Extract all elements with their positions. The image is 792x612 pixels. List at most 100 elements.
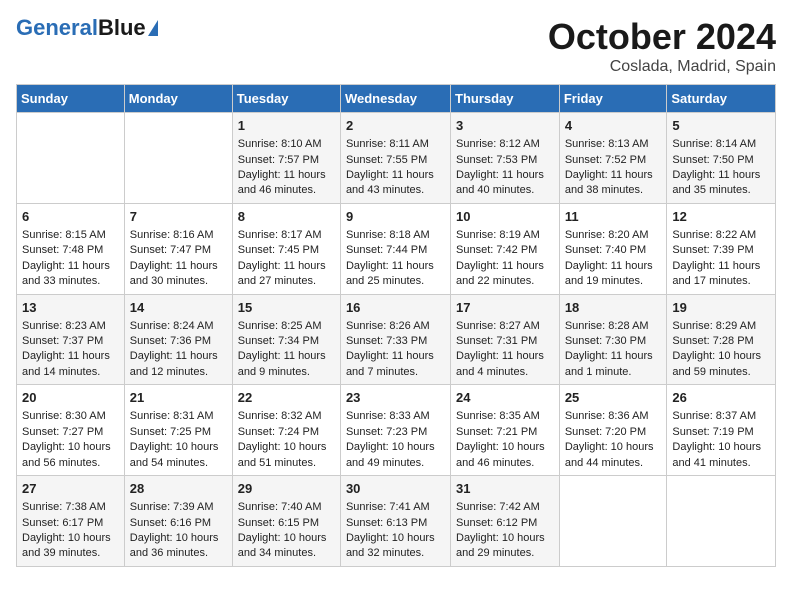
calendar-cell: 13Sunrise: 8:23 AMSunset: 7:37 PMDayligh…	[17, 294, 125, 385]
sunset-text: Sunset: 7:33 PM	[346, 334, 445, 349]
sunset-text: Sunset: 7:53 PM	[456, 153, 554, 168]
col-header-wednesday: Wednesday	[340, 85, 450, 113]
daylight-text: Daylight: 10 hours and 29 minutes.	[456, 531, 554, 562]
sunset-text: Sunset: 7:20 PM	[565, 425, 662, 440]
day-number: 9	[346, 208, 445, 226]
sunrise-text: Sunrise: 8:12 AM	[456, 137, 554, 152]
daylight-text: Daylight: 10 hours and 59 minutes.	[672, 349, 770, 380]
sunset-text: Sunset: 7:57 PM	[238, 153, 335, 168]
sunrise-text: Sunrise: 8:25 AM	[238, 319, 335, 334]
sunrise-text: Sunrise: 8:27 AM	[456, 319, 554, 334]
daylight-text: Daylight: 10 hours and 46 minutes.	[456, 440, 554, 471]
day-number: 8	[238, 208, 335, 226]
sunrise-text: Sunrise: 8:30 AM	[22, 409, 119, 424]
daylight-text: Daylight: 11 hours and 9 minutes.	[238, 349, 335, 380]
sunset-text: Sunset: 7:44 PM	[346, 243, 445, 258]
daylight-text: Daylight: 10 hours and 39 minutes.	[22, 531, 119, 562]
sunset-text: Sunset: 7:27 PM	[22, 425, 119, 440]
calendar-cell: 19Sunrise: 8:29 AMSunset: 7:28 PMDayligh…	[667, 294, 776, 385]
sunrise-text: Sunrise: 8:31 AM	[130, 409, 227, 424]
sunrise-text: Sunrise: 8:15 AM	[22, 228, 119, 243]
calendar-cell: 11Sunrise: 8:20 AMSunset: 7:40 PMDayligh…	[559, 203, 667, 294]
sunset-text: Sunset: 6:17 PM	[22, 516, 119, 531]
calendar-cell: 23Sunrise: 8:33 AMSunset: 7:23 PMDayligh…	[340, 385, 450, 476]
calendar-cell: 28Sunrise: 7:39 AMSunset: 6:16 PMDayligh…	[124, 476, 232, 567]
daylight-text: Daylight: 11 hours and 25 minutes.	[346, 259, 445, 290]
daylight-text: Daylight: 11 hours and 27 minutes.	[238, 259, 335, 290]
calendar-cell: 18Sunrise: 8:28 AMSunset: 7:30 PMDayligh…	[559, 294, 667, 385]
sunrise-text: Sunrise: 8:24 AM	[130, 319, 227, 334]
calendar-cell	[124, 113, 232, 204]
day-number: 22	[238, 389, 335, 407]
day-number: 30	[346, 480, 445, 498]
calendar-cell: 24Sunrise: 8:35 AMSunset: 7:21 PMDayligh…	[451, 385, 560, 476]
sunrise-text: Sunrise: 7:39 AM	[130, 500, 227, 515]
daylight-text: Daylight: 11 hours and 4 minutes.	[456, 349, 554, 380]
daylight-text: Daylight: 11 hours and 43 minutes.	[346, 168, 445, 199]
calendar-cell: 4Sunrise: 8:13 AMSunset: 7:52 PMDaylight…	[559, 113, 667, 204]
daylight-text: Daylight: 10 hours and 41 minutes.	[672, 440, 770, 471]
calendar-cell: 16Sunrise: 8:26 AMSunset: 7:33 PMDayligh…	[340, 294, 450, 385]
calendar-cell: 14Sunrise: 8:24 AMSunset: 7:36 PMDayligh…	[124, 294, 232, 385]
sunrise-text: Sunrise: 8:10 AM	[238, 137, 335, 152]
calendar-cell: 7Sunrise: 8:16 AMSunset: 7:47 PMDaylight…	[124, 203, 232, 294]
sunrise-text: Sunrise: 8:35 AM	[456, 409, 554, 424]
calendar-cell: 5Sunrise: 8:14 AMSunset: 7:50 PMDaylight…	[667, 113, 776, 204]
sunrise-text: Sunrise: 8:14 AM	[672, 137, 770, 152]
daylight-text: Daylight: 11 hours and 35 minutes.	[672, 168, 770, 199]
sunset-text: Sunset: 7:55 PM	[346, 153, 445, 168]
sunrise-text: Sunrise: 7:40 AM	[238, 500, 335, 515]
sunset-text: Sunset: 7:34 PM	[238, 334, 335, 349]
calendar-cell: 27Sunrise: 7:38 AMSunset: 6:17 PMDayligh…	[17, 476, 125, 567]
day-number: 16	[346, 299, 445, 317]
calendar-cell: 22Sunrise: 8:32 AMSunset: 7:24 PMDayligh…	[232, 385, 340, 476]
sunset-text: Sunset: 7:25 PM	[130, 425, 227, 440]
week-row-5: 27Sunrise: 7:38 AMSunset: 6:17 PMDayligh…	[17, 476, 776, 567]
daylight-text: Daylight: 11 hours and 7 minutes.	[346, 349, 445, 380]
daylight-text: Daylight: 10 hours and 44 minutes.	[565, 440, 662, 471]
calendar-cell: 21Sunrise: 8:31 AMSunset: 7:25 PMDayligh…	[124, 385, 232, 476]
day-number: 6	[22, 208, 119, 226]
sunrise-text: Sunrise: 7:38 AM	[22, 500, 119, 515]
day-number: 26	[672, 389, 770, 407]
sunset-text: Sunset: 7:19 PM	[672, 425, 770, 440]
daylight-text: Daylight: 11 hours and 40 minutes.	[456, 168, 554, 199]
sunrise-text: Sunrise: 8:16 AM	[130, 228, 227, 243]
day-number: 24	[456, 389, 554, 407]
day-number: 20	[22, 389, 119, 407]
day-number: 28	[130, 480, 227, 498]
daylight-text: Daylight: 11 hours and 14 minutes.	[22, 349, 119, 380]
day-number: 21	[130, 389, 227, 407]
sunrise-text: Sunrise: 8:11 AM	[346, 137, 445, 152]
daylight-text: Daylight: 11 hours and 1 minute.	[565, 349, 662, 380]
day-number: 10	[456, 208, 554, 226]
sunrise-text: Sunrise: 8:36 AM	[565, 409, 662, 424]
sunset-text: Sunset: 7:47 PM	[130, 243, 227, 258]
day-number: 5	[672, 117, 770, 135]
daylight-text: Daylight: 11 hours and 46 minutes.	[238, 168, 335, 199]
logo: GeneralBlue	[16, 16, 158, 40]
calendar-cell	[667, 476, 776, 567]
calendar-cell: 9Sunrise: 8:18 AMSunset: 7:44 PMDaylight…	[340, 203, 450, 294]
calendar-cell: 15Sunrise: 8:25 AMSunset: 7:34 PMDayligh…	[232, 294, 340, 385]
sunrise-text: Sunrise: 8:32 AM	[238, 409, 335, 424]
day-number: 7	[130, 208, 227, 226]
calendar-cell: 31Sunrise: 7:42 AMSunset: 6:12 PMDayligh…	[451, 476, 560, 567]
sunset-text: Sunset: 7:30 PM	[565, 334, 662, 349]
title-block: October 2024 Coslada, Madrid, Spain	[548, 16, 776, 76]
day-number: 25	[565, 389, 662, 407]
day-number: 12	[672, 208, 770, 226]
sunset-text: Sunset: 7:36 PM	[130, 334, 227, 349]
calendar-cell: 29Sunrise: 7:40 AMSunset: 6:15 PMDayligh…	[232, 476, 340, 567]
day-number: 23	[346, 389, 445, 407]
sunset-text: Sunset: 7:39 PM	[672, 243, 770, 258]
daylight-text: Daylight: 11 hours and 12 minutes.	[130, 349, 227, 380]
sunset-text: Sunset: 7:23 PM	[346, 425, 445, 440]
day-number: 1	[238, 117, 335, 135]
day-number: 3	[456, 117, 554, 135]
logo-text: GeneralBlue	[16, 16, 146, 40]
sunrise-text: Sunrise: 8:29 AM	[672, 319, 770, 334]
daylight-text: Daylight: 11 hours and 22 minutes.	[456, 259, 554, 290]
calendar-cell: 1 Sunrise: 8:10 AMSunset: 7:57 PMDaylight…	[232, 113, 340, 204]
sunset-text: Sunset: 7:24 PM	[238, 425, 335, 440]
